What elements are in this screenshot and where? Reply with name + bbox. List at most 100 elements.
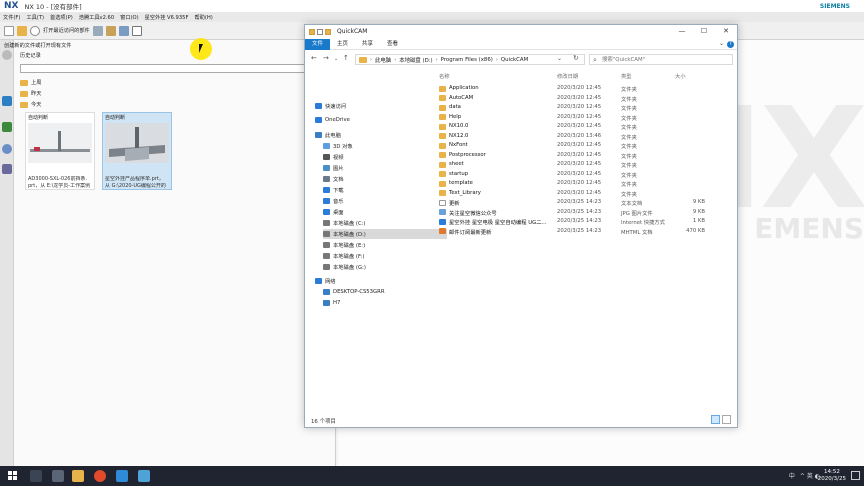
clock-icon[interactable]: [2, 144, 12, 154]
minimize-button[interactable]: —: [671, 25, 693, 38]
file-row[interactable]: Postprocessor 2020/3/20 12:45 文件夹: [439, 151, 733, 161]
help-icon[interactable]: ?: [727, 41, 734, 48]
roles-icon[interactable]: [2, 164, 12, 174]
refresh-icon[interactable]: ↻: [573, 54, 579, 62]
search-input[interactable]: [602, 55, 730, 64]
file-row[interactable]: 星空外挂 星空电极 星空自动编程 UG二... 2020/3/25 14:23 In…: [439, 217, 733, 227]
app-icon[interactable]: [138, 470, 150, 482]
history-group-last-week[interactable]: 上周: [20, 79, 41, 86]
app-icon[interactable]: [116, 470, 128, 482]
tab-view[interactable]: 查看: [380, 39, 405, 50]
address-bar[interactable]: › 此电脑 › 本地磁盘 (D:) › Program Files (x86) …: [355, 54, 585, 65]
file-explorer-taskbar-icon[interactable]: [72, 470, 84, 482]
menu-help[interactable]: 帮助(H): [191, 14, 215, 21]
menu-window[interactable]: 窗口(O): [117, 14, 142, 21]
settings-icon[interactable]: [2, 50, 12, 60]
nav-item[interactable]: 视频: [323, 152, 344, 162]
history-group-today[interactable]: 今天: [20, 101, 41, 108]
recent-parts-icon[interactable]: [30, 25, 40, 36]
open-folder-icon[interactable]: [17, 25, 27, 36]
tab-home[interactable]: 主页: [330, 39, 355, 50]
layout-icon[interactable]: [118, 25, 129, 36]
nav-item[interactable]: 3D 对象: [323, 141, 353, 151]
file-row[interactable]: sheet 2020/3/20 12:45 文件夹: [439, 160, 733, 170]
menu-haoteng-tools[interactable]: 浩腾工具v2.60: [76, 14, 117, 21]
app-icon[interactable]: [52, 470, 64, 482]
browser-icon[interactable]: [94, 470, 106, 482]
file-row[interactable]: Text_Library 2020/3/20 12:45 文件夹: [439, 189, 733, 199]
nav-item[interactable]: 下载: [323, 185, 344, 195]
large-icons-view-icon[interactable]: [722, 415, 731, 424]
recent-locations-icon[interactable]: ⌄: [334, 56, 338, 62]
file-row[interactable]: 邮件订阅最新更新 2020/3/25 14:23 MHTML 文档 470 KB: [439, 227, 733, 237]
new-file-icon[interactable]: [4, 25, 14, 36]
menu-xingkong-plugin[interactable]: 星空外挂 V6.935F: [142, 14, 192, 21]
close-button[interactable]: ✕: [715, 25, 737, 38]
menu-file[interactable]: 文件(F): [0, 14, 23, 21]
menu-preferences[interactable]: 首选项(P): [47, 14, 76, 21]
file-row[interactable]: AutoCAM 2020/3/20 12:45 文件夹: [439, 94, 733, 104]
file-row[interactable]: data 2020/3/20 12:45 文件夹: [439, 103, 733, 113]
file-row[interactable]: NX10.0 2020/3/20 12:45 文件夹: [439, 122, 733, 132]
nav-item[interactable]: 音乐: [323, 196, 344, 206]
history-group-yesterday[interactable]: 昨天: [20, 90, 41, 97]
file-row[interactable]: Help 2020/3/20 12:45 文件夹: [439, 113, 733, 123]
up-arrow-icon[interactable]: ↑: [343, 54, 349, 62]
file-row[interactable]: startup 2020/3/20 12:45 文件夹: [439, 170, 733, 180]
breadcrumb-this-pc[interactable]: 此电脑: [375, 56, 391, 64]
folder-icon[interactable]: [309, 28, 315, 35]
back-arrow-icon[interactable]: ←: [311, 54, 317, 62]
tab-share[interactable]: 共享: [355, 39, 380, 50]
windows-start-icon[interactable]: [8, 471, 18, 481]
file-row[interactable]: Application 2020/3/20 12:45 文件夹: [439, 84, 733, 94]
nav-item[interactable]: 快速访问: [315, 101, 346, 111]
maximize-button[interactable]: ☐: [693, 25, 715, 38]
tab-file[interactable]: 文件: [305, 38, 331, 50]
properties-icon[interactable]: [317, 28, 323, 35]
nav-item[interactable]: H7: [323, 298, 340, 308]
nav-item[interactable]: 本地磁盘 (D:): [323, 229, 447, 239]
history-card[interactable]: 自动判断 星空外挂产品程序单.prt， 从 G:\2020-UG编程公开的: [102, 112, 172, 190]
forward-arrow-icon[interactable]: →: [323, 54, 329, 62]
history-filter-dropdown[interactable]: [20, 64, 314, 73]
nav-item[interactable]: 本地磁盘 (G:): [323, 262, 366, 272]
nav-item[interactable]: 此电脑: [315, 130, 341, 140]
file-row[interactable]: 关注星空微信公众号 2020/3/25 14:23 JPG 图片文件 9 KB: [439, 208, 733, 218]
window-icon[interactable]: [105, 25, 116, 36]
nx-app-icon[interactable]: [30, 470, 42, 482]
nav-item[interactable]: 本地磁盘 (E:): [323, 240, 365, 250]
column-size[interactable]: 大小: [675, 72, 686, 80]
input-method-indicator[interactable]: 中: [789, 471, 795, 480]
nav-item[interactable]: OneDrive: [315, 115, 350, 125]
file-row[interactable]: NX12.0 2020/3/20 13:46 文件夹: [439, 132, 733, 142]
recent-parts-button[interactable]: 打开最近访问的部件: [43, 27, 90, 34]
history-icon[interactable]: [2, 96, 12, 106]
clock[interactable]: 14:52 2020/3/25: [818, 469, 846, 483]
expand-ribbon-icon[interactable]: ⌄: [719, 40, 724, 47]
new-folder-icon[interactable]: [325, 28, 331, 35]
file-row[interactable]: NxFont 2020/3/20 12:45 文件夹: [439, 141, 733, 151]
history-card[interactable]: 自动判断 AD3000-SXL-026前挡条. prt，从 E:\龙学员-工作案…: [25, 112, 95, 190]
nav-item[interactable]: 网络: [315, 276, 336, 286]
breadcrumb-quickcam[interactable]: QuickCAM: [501, 57, 528, 63]
column-name[interactable]: 名称: [439, 72, 450, 80]
notifications-icon[interactable]: [851, 471, 860, 480]
nav-item[interactable]: 本地磁盘 (C:): [323, 218, 366, 228]
nav-item[interactable]: 桌面: [323, 207, 344, 217]
nav-item[interactable]: DESKTOP-CS53GRR: [323, 287, 385, 297]
breadcrumb-program-files[interactable]: Program Files (x86): [441, 57, 493, 63]
search-box[interactable]: ⌕: [589, 54, 733, 65]
details-view-icon[interactable]: [711, 415, 720, 424]
web-icon[interactable]: [2, 122, 12, 132]
help-icon[interactable]: [131, 25, 142, 36]
breadcrumb-drive-d[interactable]: 本地磁盘 (D:): [399, 56, 432, 64]
file-row[interactable]: template 2020/3/20 12:45 文件夹: [439, 179, 733, 189]
column-date[interactable]: 修改日期: [557, 72, 578, 80]
nav-item[interactable]: 图片: [323, 163, 344, 173]
menu-tools[interactable]: 工具(T): [23, 14, 47, 21]
column-type[interactable]: 类型: [621, 72, 632, 80]
address-dropdown-icon[interactable]: ⌄: [557, 55, 562, 62]
tool-icon[interactable]: [92, 25, 103, 36]
file-row[interactable]: 更新 2020/3/25 14:23 文本文档 9 KB: [439, 198, 733, 208]
nav-item[interactable]: 本地磁盘 (F:): [323, 251, 364, 261]
